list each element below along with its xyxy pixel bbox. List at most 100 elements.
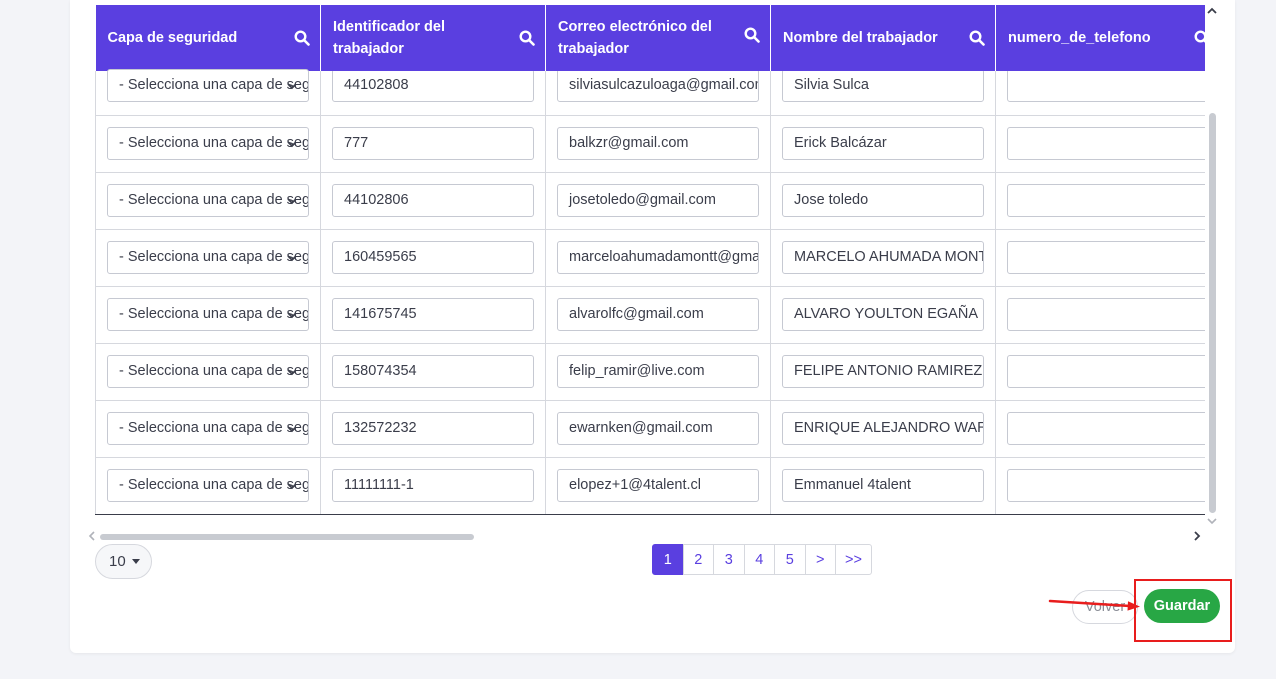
security-layer-select[interactable]: - Selecciona una capa de seguridad -: [107, 469, 309, 502]
horizontal-scrollbar-thumb[interactable]: [100, 534, 474, 540]
phone-number-input[interactable]: [1007, 298, 1205, 331]
select-value: - Selecciona una capa de seguridad -: [119, 420, 308, 436]
column-header-telefono: numero_de_telefono: [995, 5, 1205, 71]
worker-email-input[interactable]: elopez+1@4talent.cl: [557, 469, 759, 502]
worker-id-input[interactable]: 132572232: [332, 412, 534, 445]
last-page-button[interactable]: >>: [835, 544, 872, 575]
chevron-down-icon: [287, 426, 297, 433]
next-page-button[interactable]: >: [804, 544, 836, 575]
worker-name-input[interactable]: Silvia Sulca: [782, 69, 984, 103]
worker-id-input[interactable]: 44102808: [332, 69, 534, 103]
worker-id-input[interactable]: 160459565: [332, 241, 534, 274]
table-row: - Selecciona una capa de seguridad - 160…: [95, 229, 1205, 287]
worker-name-input[interactable]: FELIPE ANTONIO RAMIREZ: [782, 355, 984, 388]
column-header-label: numero_de_telefono: [1008, 30, 1151, 46]
page-button-3[interactable]: 3: [713, 544, 745, 575]
column-header-label: Nombre del trabajador: [783, 30, 938, 46]
worker-email-input[interactable]: josetoledo@gmail.com: [557, 184, 759, 217]
worker-name-input[interactable]: ENRIQUE ALEJANDRO WARNKEN: [782, 412, 984, 445]
worker-name-input[interactable]: Erick Balcázar: [782, 127, 984, 160]
select-value: - Selecciona una capa de seguridad -: [119, 363, 308, 379]
select-value: - Selecciona una capa de seguridad -: [119, 477, 308, 493]
worker-email-input[interactable]: alvarolfc@gmail.com: [557, 298, 759, 331]
security-layer-select[interactable]: - Selecciona una capa de seguridad -: [107, 298, 309, 331]
table-row: - Selecciona una capa de seguridad - 111…: [95, 457, 1205, 515]
phone-number-input[interactable]: [1007, 469, 1205, 502]
table-row: - Selecciona una capa de seguridad - 158…: [95, 343, 1205, 401]
search-icon[interactable]: [519, 30, 535, 46]
column-header-nombre: Nombre del trabajador: [770, 5, 996, 71]
chevron-down-icon: [287, 312, 297, 319]
table-header-row: Capa de seguridad Identificador del trab…: [95, 5, 1205, 71]
scroll-left-arrow-icon[interactable]: [87, 530, 97, 542]
security-layer-select[interactable]: - Selecciona una capa de seguridad -: [107, 184, 309, 217]
table-row: - Selecciona una capa de seguridad - 441…: [95, 172, 1205, 230]
caret-down-icon: [131, 559, 140, 564]
worker-email-input[interactable]: balkzr@gmail.com: [557, 127, 759, 160]
column-header-label: Capa de seguridad: [107, 30, 238, 46]
column-header-label: Correo electrónico del trabajador: [558, 19, 712, 57]
chevron-down-icon: [287, 83, 297, 90]
workers-table: Capa de seguridad Identificador del trab…: [95, 5, 1205, 515]
vertical-scrollbar-thumb[interactable]: [1209, 113, 1216, 513]
worker-email-input[interactable]: marceloahumadamontt@gmail.com: [557, 241, 759, 274]
search-icon[interactable]: [744, 27, 760, 43]
worker-id-input[interactable]: 11111111-1: [332, 469, 534, 502]
phone-number-input[interactable]: [1007, 69, 1205, 103]
security-layer-select[interactable]: - Selecciona una capa de seguridad -: [107, 412, 309, 445]
table-row: - Selecciona una capa de seguridad - 132…: [95, 400, 1205, 458]
pagination: 1 2 3 4 5 > >>: [652, 544, 872, 575]
worker-email-input[interactable]: ewarnken@gmail.com: [557, 412, 759, 445]
page-button-2[interactable]: 2: [682, 544, 714, 575]
scroll-right-arrow-icon[interactable]: [1191, 530, 1203, 542]
phone-number-input[interactable]: [1007, 412, 1205, 445]
chevron-down-icon: [287, 255, 297, 262]
select-value: - Selecciona una capa de seguridad -: [119, 77, 308, 94]
worker-name-input[interactable]: Emmanuel 4talent: [782, 469, 984, 502]
workers-table-viewport: Capa de seguridad Identificador del trab…: [95, 5, 1205, 515]
worker-id-input[interactable]: 44102806: [332, 184, 534, 217]
select-value: - Selecciona una capa de seguridad -: [119, 135, 308, 151]
page-size-select[interactable]: 10: [95, 544, 152, 579]
worker-name-input[interactable]: MARCELO AHUMADA MONTT: [782, 241, 984, 274]
scroll-up-arrow-icon[interactable]: [1206, 5, 1218, 17]
phone-number-input[interactable]: [1007, 241, 1205, 274]
phone-number-input[interactable]: [1007, 127, 1205, 160]
worker-email-input[interactable]: felip_ramir@live.com: [557, 355, 759, 388]
search-icon[interactable]: [294, 30, 310, 46]
table-row: - Selecciona una capa de seguridad - 141…: [95, 286, 1205, 344]
search-icon[interactable]: [969, 30, 985, 46]
column-header-label: Identificador del trabajador: [333, 19, 445, 57]
table-row: - Selecciona una capa de seguridad - 441…: [95, 69, 1205, 116]
column-header-capa: Capa de seguridad: [95, 5, 321, 71]
security-layer-select[interactable]: - Selecciona una capa de seguridad -: [107, 127, 309, 160]
column-header-correo: Correo electrónico del trabajador: [545, 5, 771, 71]
column-header-identificador: Identificador del trabajador: [320, 5, 546, 71]
worker-id-input[interactable]: 158074354: [332, 355, 534, 388]
worker-id-input[interactable]: 141675745: [332, 298, 534, 331]
select-value: - Selecciona una capa de seguridad -: [119, 306, 308, 322]
security-layer-select[interactable]: - Selecciona una capa de seguridad -: [107, 355, 309, 388]
table-row: - Selecciona una capa de seguridad - 777…: [95, 115, 1205, 173]
annotation-arrow-icon: [1048, 599, 1140, 611]
chevron-down-icon: [287, 198, 297, 205]
phone-number-input[interactable]: [1007, 184, 1205, 217]
security-layer-select[interactable]: - Selecciona una capa de seguridad -: [107, 69, 309, 103]
annotation-highlight-box: [1134, 579, 1232, 642]
worker-name-input[interactable]: Jose toledo: [782, 184, 984, 217]
phone-number-input[interactable]: [1007, 355, 1205, 388]
worker-name-input[interactable]: ALVARO YOULTON EGAÑA: [782, 298, 984, 331]
scroll-down-arrow-icon[interactable]: [1206, 515, 1218, 527]
page-button-5[interactable]: 5: [774, 544, 806, 575]
worker-id-input[interactable]: 777: [332, 127, 534, 160]
chevron-down-icon: [287, 141, 297, 148]
page-size-value: 10: [109, 553, 126, 570]
chevron-down-icon: [287, 483, 297, 490]
security-layer-select[interactable]: - Selecciona una capa de seguridad -: [107, 241, 309, 274]
search-icon[interactable]: [1194, 30, 1205, 46]
page-button-1[interactable]: 1: [652, 544, 684, 575]
chevron-down-icon: [287, 369, 297, 376]
worker-email-input[interactable]: silviasulcazuloaga@gmail.com: [557, 69, 759, 103]
page-button-4[interactable]: 4: [743, 544, 775, 575]
select-value: - Selecciona una capa de seguridad -: [119, 192, 308, 208]
